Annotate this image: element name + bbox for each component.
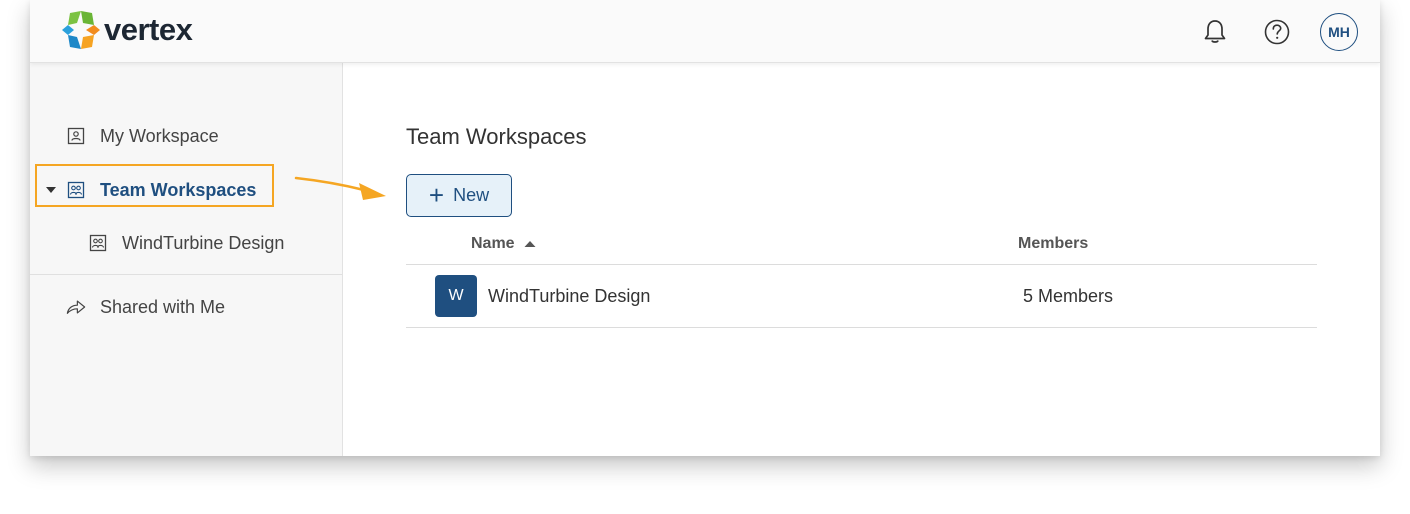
new-workspace-button[interactable]: + New [406,174,512,217]
sidebar-item-label: Shared with Me [100,296,226,317]
vertex-logo-icon [62,11,100,49]
brand-name: vertex [104,12,193,47]
share-icon [66,297,86,317]
header-actions: MH [1168,12,1358,52]
sidebar-item-shared-with-me[interactable]: Shared with Me [30,289,342,325]
notification-bell-icon[interactable] [1200,17,1230,47]
workspace-name[interactable]: WindTurbine Design [488,286,650,307]
plus-icon: + [428,179,445,210]
workspace-members: 5 Members [1023,286,1114,306]
main-content: Team Workspaces + New Name Members W Win… [343,63,1380,456]
sidebar-item-label: My Workspace [100,125,219,146]
table-row-divider [406,327,1317,328]
workspace-icon [66,126,86,146]
column-header-label: Members [1018,235,1089,252]
page-title: Team Workspaces [406,124,587,149]
workspace-avatar: W [435,275,477,317]
highlight-box [35,164,274,207]
sidebar-divider [30,274,342,275]
sidebar-item-my-workspace[interactable]: My Workspace [30,118,342,154]
sidebar-item-windturbine-design[interactable]: WindTurbine Design [30,225,342,261]
sidebar: My Workspace Team Workspaces WindTurbine… [30,63,343,456]
help-icon[interactable] [1262,17,1292,47]
new-button-label: New [453,185,490,205]
top-bar: vertex MH [30,0,1380,63]
app-window: vertex MH My Workspace Team Workspaces W… [30,0,1380,456]
column-header-members[interactable]: Members [1018,235,1088,253]
logo[interactable]: vertex [60,8,193,52]
user-avatar[interactable]: MH [1320,13,1358,51]
table-row[interactable]: W WindTurbine Design 5 Members [406,265,1317,327]
sort-ascending-icon [524,241,536,247]
column-header-name[interactable]: Name [471,235,536,253]
team-workspace-icon [88,233,108,253]
annotation-arrow-icon [294,176,386,200]
column-header-label: Name [471,235,515,252]
sidebar-item-label: WindTurbine Design [122,232,285,253]
